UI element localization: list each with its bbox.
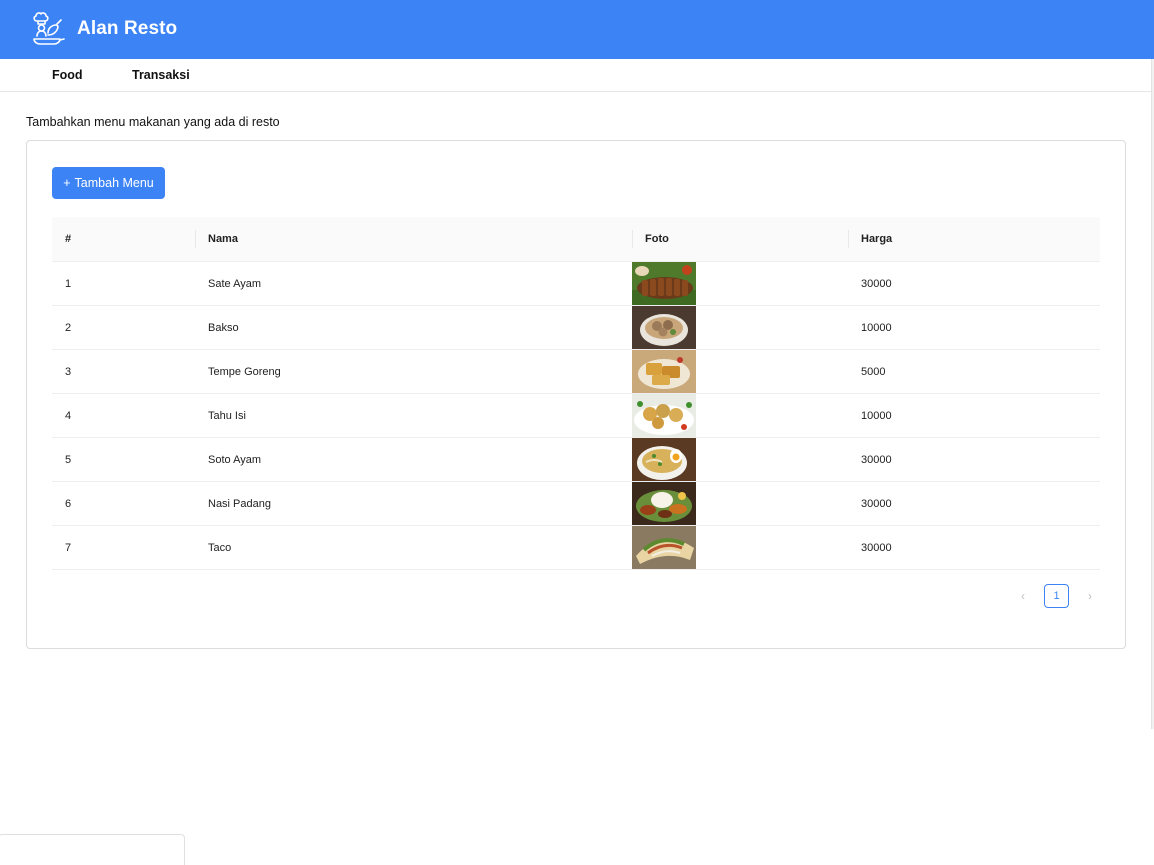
- brand[interactable]: Alan Resto: [28, 9, 177, 49]
- nasi-padang-photo: [632, 482, 696, 525]
- row-number: 4: [65, 409, 72, 422]
- table-row[interactable]: 2 Bakso 10000: [52, 306, 1100, 350]
- add-menu-button[interactable]: + Tambah Menu: [52, 167, 165, 199]
- chef-cooking-icon: [33, 12, 65, 45]
- menu-card: + Tambah Menu # Nama Foto Harga 1 Sate A…: [26, 140, 1126, 649]
- header-number: #: [65, 233, 72, 245]
- row-nama: Bakso: [208, 321, 239, 334]
- row-foto: [632, 482, 848, 525]
- tempe-goreng-photo: [632, 350, 696, 393]
- row-foto: [632, 394, 848, 437]
- row-number: 2: [65, 321, 72, 334]
- table-row[interactable]: 1 Sate Ayam 30000: [52, 262, 1100, 306]
- row-nama: Tahu Isi: [208, 409, 246, 422]
- row-harga: 5000: [861, 365, 886, 378]
- menu-table: # Nama Foto Harga 1 Sate Ayam 30000 2 Ba…: [52, 217, 1100, 570]
- pagination: ‹ 1 ›: [1012, 584, 1101, 608]
- table-row[interactable]: 7 Taco 30000: [52, 526, 1100, 570]
- page-number-button[interactable]: 1: [1044, 584, 1069, 608]
- row-foto: [632, 262, 848, 305]
- nav-item-transaksi[interactable]: Transaksi: [132, 68, 190, 82]
- table-header: # Nama Foto Harga: [52, 217, 1100, 262]
- row-nama: Nasi Padang: [208, 497, 271, 510]
- header-foto: Foto: [632, 217, 848, 261]
- row-harga: 30000: [861, 277, 892, 290]
- row-number: 3: [65, 365, 72, 378]
- row-number: 1: [65, 277, 72, 290]
- app-header: Alan Resto: [0, 0, 1154, 59]
- soto-ayam-photo: [632, 438, 696, 481]
- row-nama: Sate Ayam: [208, 277, 261, 290]
- row-harga: 10000: [861, 321, 892, 334]
- row-nama: Soto Ayam: [208, 453, 261, 466]
- table-row[interactable]: 3 Tempe Goreng 5000: [52, 350, 1100, 394]
- chevron-right-icon[interactable]: ›: [1079, 584, 1101, 608]
- top-nav: Food Transaksi: [0, 59, 1154, 92]
- header-nama: Nama: [195, 217, 632, 261]
- bottom-left-panel: [0, 834, 185, 865]
- row-nama: Tempe Goreng: [208, 365, 281, 378]
- row-nama: Taco: [208, 541, 232, 554]
- row-number: 7: [65, 541, 72, 554]
- row-foto: [632, 350, 848, 393]
- nav-item-food[interactable]: Food: [52, 68, 83, 82]
- row-number: 5: [65, 453, 72, 466]
- plus-icon: +: [63, 176, 71, 190]
- app-title: Alan Resto: [77, 18, 178, 39]
- chevron-left-icon[interactable]: ‹: [1012, 584, 1034, 608]
- table-row[interactable]: 4 Tahu Isi 10000: [52, 394, 1100, 438]
- header-harga: Harga: [848, 217, 1100, 261]
- row-foto: [632, 526, 848, 569]
- row-harga: 30000: [861, 453, 892, 466]
- row-foto: [632, 438, 848, 481]
- table-row[interactable]: 6 Nasi Padang 30000: [52, 482, 1100, 526]
- taco-photo: [632, 526, 696, 569]
- bakso-photo: [632, 306, 696, 349]
- tahu-isi-photo: [632, 394, 696, 437]
- row-number: 6: [65, 497, 72, 510]
- row-harga: 30000: [861, 541, 892, 554]
- add-menu-label: Tambah Menu: [74, 176, 154, 190]
- page-subtitle: Tambahkan menu makanan yang ada di resto: [26, 115, 280, 129]
- row-harga: 10000: [861, 409, 892, 422]
- table-row[interactable]: 5 Soto Ayam 30000: [52, 438, 1100, 482]
- row-foto: [632, 306, 848, 349]
- sate-ayam-photo: [632, 262, 696, 305]
- row-harga: 30000: [861, 497, 892, 510]
